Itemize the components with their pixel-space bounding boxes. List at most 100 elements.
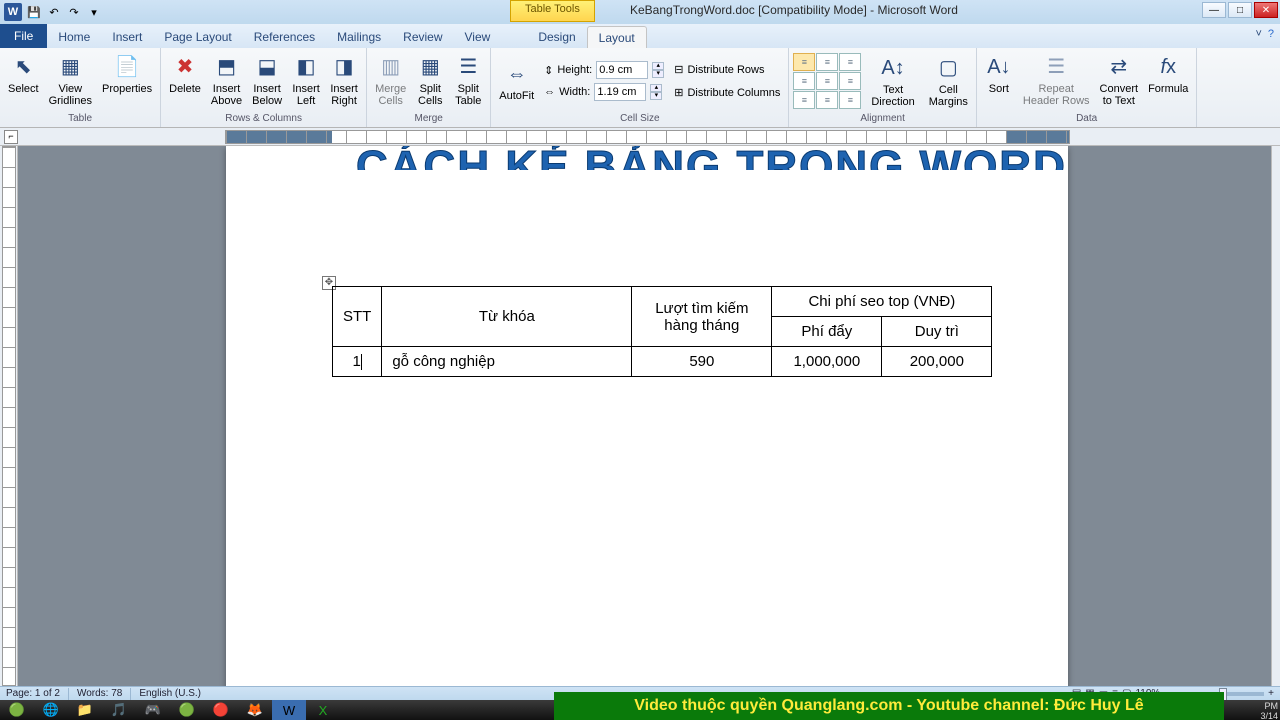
app-icon[interactable]: 🎮 (136, 700, 170, 720)
header-chiphi[interactable]: Chi phí seo top (VNĐ) (772, 287, 992, 317)
status-page[interactable]: Page: 1 of 2 (6, 688, 60, 699)
chrome-icon[interactable]: 🔴 (204, 700, 238, 720)
insert-below-button[interactable]: ⬓Insert Below (248, 50, 286, 110)
vertical-ruler[interactable] (0, 146, 18, 686)
horizontal-ruler[interactable] (225, 130, 1070, 144)
group-cell-size: ⇔AutoFit ⇕ Height: ▴▾ ⇔ Width: ▴▾ (491, 48, 789, 127)
header-phiday[interactable]: Phí đẩy (772, 317, 882, 347)
delete-button[interactable]: ✖Delete (165, 50, 205, 98)
system-tray[interactable]: PM3/14 (1260, 700, 1278, 720)
insert-below-icon: ⬓ (253, 53, 281, 81)
tab-home[interactable]: Home (47, 26, 101, 48)
group-alignment: ≡≡≡ ≡≡≡ ≡≡≡ A↕Text Direction ▢Cell Margi… (789, 48, 977, 127)
dist-rows-icon: ⊟ (674, 63, 683, 76)
split-table-button[interactable]: ☰Split Table (450, 50, 486, 110)
view-gridlines-button[interactable]: ▦View Gridlines (45, 50, 96, 110)
align-mid-right[interactable]: ≡ (839, 72, 861, 90)
cell-stt[interactable]: 1 (333, 347, 382, 377)
qat-dropdown-icon[interactable]: ▾ (86, 4, 102, 20)
status-words[interactable]: Words: 78 (77, 688, 122, 699)
minimize-ribbon-icon[interactable]: ˅ (1255, 28, 1261, 40)
align-mid-left[interactable]: ≡ (793, 72, 815, 90)
table-row[interactable]: STT Từ khóa Lượt tìm kiếm hàng tháng Chi… (333, 287, 992, 317)
tab-references[interactable]: References (243, 26, 326, 48)
text-cursor (361, 354, 362, 370)
word-icon[interactable]: W (272, 700, 306, 720)
tab-view[interactable]: View (454, 26, 502, 48)
cell-luot[interactable]: 590 (632, 347, 772, 377)
height-up[interactable]: ▴ (652, 62, 664, 70)
properties-button[interactable]: 📄Properties (98, 50, 156, 98)
tab-mailings[interactable]: Mailings (326, 26, 392, 48)
ribbon-tabs: File Home Insert Page Layout References … (0, 24, 1280, 48)
utorrent-icon[interactable]: 🟢 (170, 700, 204, 720)
align-mid-center[interactable]: ≡ (816, 72, 838, 90)
vertical-scrollbar[interactable] (1271, 146, 1280, 686)
width-down[interactable]: ▾ (650, 92, 662, 100)
tab-insert[interactable]: Insert (101, 26, 153, 48)
dist-cols-icon: ⊞ (674, 86, 683, 99)
align-bot-left[interactable]: ≡ (793, 91, 815, 109)
ribbon: ⬉Select ▦View Gridlines 📄Properties Tabl… (0, 48, 1280, 128)
cell-phiday[interactable]: 1,000,000 (772, 347, 882, 377)
maximize-button[interactable]: □ (1228, 2, 1252, 18)
width-icon: ⇔ (544, 86, 555, 98)
width-label: Width: (559, 86, 590, 98)
tab-file[interactable]: File (0, 24, 47, 48)
sort-button[interactable]: A↓Sort (981, 50, 1017, 98)
header-tukhoa[interactable]: Từ khóa (382, 287, 632, 347)
start-button[interactable]: 🟢 (0, 700, 34, 720)
width-input[interactable] (594, 83, 646, 101)
insert-right-button[interactable]: ◨Insert Right (326, 50, 362, 110)
align-top-left[interactable]: ≡ (793, 53, 815, 71)
align-top-center[interactable]: ≡ (816, 53, 838, 71)
text-direction-button[interactable]: A↕Text Direction (867, 51, 918, 111)
excel-icon[interactable]: X (306, 700, 340, 720)
help-icon[interactable]: ? (1268, 28, 1274, 40)
align-top-right[interactable]: ≡ (839, 53, 861, 71)
tab-design[interactable]: Design (527, 26, 586, 48)
header-duytri[interactable]: Duy trì (882, 317, 992, 347)
redo-icon[interactable]: ↷ (66, 4, 82, 20)
distribute-rows-button[interactable]: ⊟Distribute Rows (674, 63, 780, 76)
insert-left-button[interactable]: ◧Insert Left (288, 50, 324, 110)
media-icon[interactable]: 🎵 (102, 700, 136, 720)
table-row[interactable]: 1 gỗ công nghiệp 590 1,000,000 200,000 (333, 347, 992, 377)
header-stt[interactable]: STT (333, 287, 382, 347)
firefox-icon[interactable]: 🦊 (238, 700, 272, 720)
merge-cells-button[interactable]: ▥Merge Cells (371, 50, 410, 110)
cell-tukhoa[interactable]: gỗ công nghiệp (382, 347, 632, 377)
repeat-header-button[interactable]: ☰Repeat Header Rows (1019, 50, 1094, 110)
align-bot-center[interactable]: ≡ (816, 91, 838, 109)
wordart-title: CÁCH KẺ BẢNG TRONG WORD (356, 146, 1067, 170)
formula-button[interactable]: fxFormula (1144, 50, 1192, 98)
width-up[interactable]: ▴ (650, 84, 662, 92)
undo-icon[interactable]: ↶ (46, 4, 62, 20)
zoom-in-button[interactable]: + (1268, 688, 1274, 699)
document-page[interactable]: CÁCH KẺ BẢNG TRONG WORD ✥ STT Từ khóa Lư… (226, 146, 1068, 686)
height-down[interactable]: ▾ (652, 70, 664, 78)
tab-page-layout[interactable]: Page Layout (153, 26, 242, 48)
select-button[interactable]: ⬉Select (4, 50, 43, 98)
ie-icon[interactable]: 🌐 (34, 700, 68, 720)
split-cells-button[interactable]: ▦Split Cells (412, 50, 448, 110)
explorer-icon[interactable]: 📁 (68, 700, 102, 720)
insert-above-button[interactable]: ⬒Insert Above (207, 50, 246, 110)
cell-duytri[interactable]: 200,000 (882, 347, 992, 377)
distribute-cols-button[interactable]: ⊞Distribute Columns (674, 86, 780, 99)
header-luot[interactable]: Lượt tìm kiếm hàng tháng (632, 287, 772, 347)
convert-icon: ⇄ (1105, 53, 1133, 81)
convert-text-button[interactable]: ⇄Convert to Text (1096, 50, 1143, 110)
height-input[interactable] (596, 61, 648, 79)
autofit-button[interactable]: ⇔AutoFit (495, 57, 538, 105)
document-table[interactable]: STT Từ khóa Lượt tìm kiếm hàng tháng Chi… (332, 286, 992, 377)
tab-review[interactable]: Review (392, 26, 453, 48)
status-language[interactable]: English (U.S.) (139, 688, 201, 699)
align-bot-right[interactable]: ≡ (839, 91, 861, 109)
close-button[interactable]: ✕ (1254, 2, 1278, 18)
cell-margins-button[interactable]: ▢Cell Margins (925, 51, 972, 111)
save-icon[interactable]: 💾 (26, 4, 42, 20)
minimize-button[interactable]: — (1202, 2, 1226, 18)
tab-selector-icon[interactable]: ⌐ (4, 130, 18, 144)
tab-layout[interactable]: Layout (587, 26, 647, 48)
